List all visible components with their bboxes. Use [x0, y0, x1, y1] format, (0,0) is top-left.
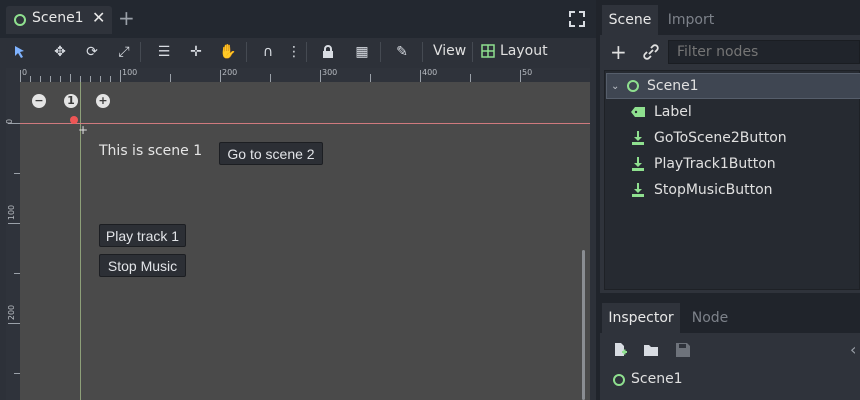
bone-icon[interactable]: ✎ — [390, 40, 414, 64]
save-icon[interactable] — [675, 342, 691, 358]
toolbar-separator — [422, 42, 423, 62]
inspector-object-name: Scene1 — [631, 371, 683, 387]
inspector-body — [600, 333, 860, 400]
control-node-icon — [613, 374, 625, 386]
tree-node-name: GoToScene2Button — [654, 130, 787, 146]
tree-node-play-track1-button[interactable]: PlayTrack1Button — [630, 151, 860, 177]
scene-tab-label: Scene1 — [32, 10, 84, 26]
button-node-icon — [630, 182, 646, 198]
tree-node-stop-music-button[interactable]: StopMusicButton — [630, 177, 860, 203]
pan-tool-icon[interactable]: ✋ — [216, 40, 240, 64]
play-track-1-button[interactable]: Play track 1 — [99, 224, 186, 247]
tree-node-name: Label — [654, 104, 692, 120]
zoom-reset-icon[interactable]: 1 — [64, 94, 78, 108]
view-menu[interactable]: View — [433, 43, 466, 59]
toolbar-separator — [472, 42, 473, 62]
move-tool-icon[interactable]: ✥ — [48, 40, 72, 64]
button-node-icon — [630, 130, 646, 146]
tab-import[interactable]: Import — [660, 5, 722, 35]
scene-label-text: This is scene 1 — [99, 143, 203, 159]
toolbar-separator — [306, 42, 307, 62]
tab-scene[interactable]: Scene — [602, 5, 658, 35]
layout-menu[interactable]: Layout — [500, 43, 548, 59]
link-icon[interactable] — [642, 43, 660, 61]
rotate-tool-icon[interactable]: ⟳ — [80, 40, 104, 64]
zoom-out-icon[interactable]: − — [32, 94, 46, 108]
open-folder-icon[interactable] — [643, 342, 659, 358]
more-options-icon[interactable]: ⋮ — [282, 40, 306, 64]
canvas-vertical-scrollbar[interactable] — [582, 250, 585, 400]
layout-grid-icon — [481, 44, 495, 58]
zoom-in-icon[interactable]: + — [96, 94, 110, 108]
group-icon[interactable]: ▦ — [350, 40, 374, 64]
scene-tab-scene1[interactable]: Scene1 ✕ — [6, 6, 112, 34]
fullscreen-icon[interactable] — [568, 10, 586, 28]
ruler-top: 0 100 200 300 400 50 — [6, 68, 590, 82]
tree-node-name: PlayTrack1Button — [654, 156, 776, 172]
toolbar-separator — [380, 42, 381, 62]
select-tool-icon[interactable] — [8, 40, 32, 64]
tree-node-label: Scene1 — [647, 78, 699, 94]
lock-icon[interactable] — [316, 40, 340, 64]
filter-nodes-input[interactable] — [668, 40, 860, 64]
scale-tool-icon[interactable]: ⤢ — [112, 40, 136, 64]
tab-node[interactable]: Node — [682, 303, 738, 333]
collapse-arrow-icon[interactable]: ⌄ — [611, 81, 625, 92]
tree-node-name: StopMusicButton — [654, 182, 773, 198]
pivot-tool-icon[interactable]: ✛ — [184, 40, 208, 64]
snap-icon[interactable]: ∩ — [256, 40, 280, 64]
tree-node-goto-scene2-button[interactable]: GoToScene2Button — [630, 125, 860, 151]
chevron-left-icon[interactable]: ‹ — [850, 340, 856, 359]
ruler-left: 0 100 200 — [6, 82, 20, 400]
toolbar-separator — [140, 42, 141, 62]
label-node-icon — [630, 104, 646, 120]
add-node-icon[interactable]: + — [610, 40, 627, 64]
tab-inspector[interactable]: Inspector — [602, 303, 680, 333]
close-icon[interactable]: ✕ — [92, 8, 105, 27]
button-node-icon — [630, 156, 646, 172]
control-node-icon — [627, 80, 639, 92]
go-to-scene-2-button[interactable]: Go to scene 2 — [219, 142, 323, 165]
control-node-icon — [14, 14, 26, 26]
origin-marker — [70, 116, 78, 124]
list-select-icon[interactable]: ☰ — [152, 40, 176, 64]
x-axis-guide — [20, 123, 590, 124]
tree-node-label[interactable]: Label — [630, 99, 860, 125]
tree-node-scene1[interactable]: ⌄ Scene1 — [606, 73, 860, 99]
stop-music-button[interactable]: Stop Music — [99, 254, 186, 277]
new-resource-icon[interactable] — [612, 342, 628, 358]
scene-canvas[interactable]: − 1 + + This is scene 1 Go to scene 2 Pl… — [20, 82, 590, 400]
toolbar-separator — [246, 42, 247, 62]
plus-icon[interactable]: + — [118, 6, 135, 30]
origin-cross: + — [78, 123, 89, 137]
